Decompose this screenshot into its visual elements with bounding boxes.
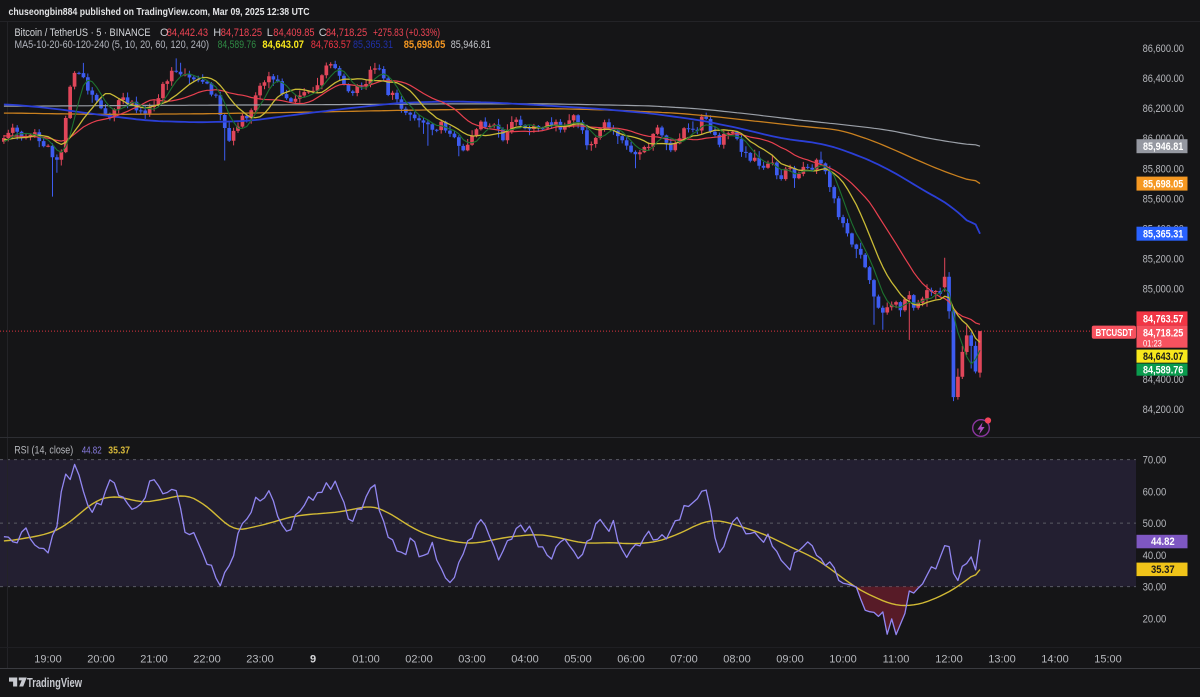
svg-text:86,600.00: 86,600.00 <box>1143 43 1184 55</box>
svg-text:20.00: 20.00 <box>1143 613 1167 625</box>
svg-text:50.00: 50.00 <box>1143 518 1167 530</box>
svg-text:85,365.31: 85,365.31 <box>353 39 393 51</box>
svg-text:9: 9 <box>310 654 316 666</box>
svg-text:30.00: 30.00 <box>1143 582 1167 594</box>
svg-text:84,200.00: 84,200.00 <box>1143 404 1184 416</box>
svg-text:44.82: 44.82 <box>1151 536 1175 548</box>
svg-text:35.37: 35.37 <box>1151 564 1175 576</box>
svg-text:L: L <box>267 27 273 39</box>
svg-text:84,442.43: 84,442.43 <box>167 27 208 39</box>
svg-text:86,400.00: 86,400.00 <box>1143 73 1184 85</box>
svg-text:85,200.00: 85,200.00 <box>1143 254 1184 266</box>
svg-text:84,718.25: 84,718.25 <box>221 27 262 39</box>
svg-text:84,643.07: 84,643.07 <box>262 39 304 51</box>
svg-text:84,718.25: 84,718.25 <box>326 27 367 39</box>
svg-text:21:00: 21:00 <box>140 654 168 666</box>
svg-text:84,589.76: 84,589.76 <box>1143 365 1183 377</box>
svg-text:13:00: 13:00 <box>988 654 1016 666</box>
svg-text:20:00: 20:00 <box>87 654 115 666</box>
svg-text:MA5-10-20-60-120-240 (5, 10, 2: MA5-10-20-60-120-240 (5, 10, 20, 60, 120… <box>15 39 210 51</box>
svg-text:44.82: 44.82 <box>82 444 102 456</box>
svg-text:06:00: 06:00 <box>617 654 645 666</box>
svg-text:60.00: 60.00 <box>1143 486 1167 498</box>
svg-text:85,600.00: 85,600.00 <box>1143 193 1184 205</box>
svg-text:chuseongbin884 published on Tr: chuseongbin884 published on TradingView.… <box>9 6 310 18</box>
svg-text:02:00: 02:00 <box>405 654 433 666</box>
svg-text:85,698.05: 85,698.05 <box>1143 179 1183 191</box>
svg-text:84,589.76: 84,589.76 <box>218 39 256 51</box>
svg-text:19:00: 19:00 <box>34 654 62 666</box>
svg-text:01:00: 01:00 <box>352 654 380 666</box>
svg-text:23:00: 23:00 <box>246 654 274 666</box>
svg-text:04:00: 04:00 <box>511 654 539 666</box>
svg-text:05:00: 05:00 <box>564 654 592 666</box>
svg-text:35.37: 35.37 <box>108 444 130 456</box>
svg-text:Bitcoin / TetherUS · 5 · BINAN: Bitcoin / TetherUS · 5 · BINANCE <box>15 27 151 39</box>
svg-text:07:00: 07:00 <box>670 654 698 666</box>
svg-text:TradingView: TradingView <box>27 676 82 690</box>
svg-text:40.00: 40.00 <box>1143 550 1167 562</box>
svg-text:84,409.85: 84,409.85 <box>273 27 314 39</box>
svg-text:09:00: 09:00 <box>776 654 804 666</box>
svg-text:BTCUSDT: BTCUSDT <box>1096 328 1133 339</box>
svg-text:85,946.81: 85,946.81 <box>1143 141 1183 153</box>
svg-text:12:00: 12:00 <box>935 654 963 666</box>
svg-text:15:00: 15:00 <box>1094 654 1122 666</box>
svg-text:85,365.31: 85,365.31 <box>1143 229 1183 241</box>
svg-text:03:00: 03:00 <box>458 654 486 666</box>
svg-text:85,946.81: 85,946.81 <box>451 39 491 51</box>
svg-text:10:00: 10:00 <box>829 654 857 666</box>
svg-text:84,763.57: 84,763.57 <box>1143 314 1183 326</box>
svg-text:84,643.07: 84,643.07 <box>1143 351 1183 363</box>
svg-text:86,200.00: 86,200.00 <box>1143 103 1184 115</box>
svg-text:22:00: 22:00 <box>193 654 221 666</box>
svg-text:11:00: 11:00 <box>883 654 910 666</box>
svg-text:85,800.00: 85,800.00 <box>1143 163 1184 175</box>
svg-text:70.00: 70.00 <box>1143 455 1167 467</box>
svg-text:85,698.05: 85,698.05 <box>404 39 446 51</box>
svg-text:14:00: 14:00 <box>1041 654 1069 666</box>
svg-text:01:23: 01:23 <box>1143 338 1162 349</box>
svg-text:85,000.00: 85,000.00 <box>1143 284 1184 296</box>
svg-text:+275.83 (+0.33%): +275.83 (+0.33%) <box>373 27 440 39</box>
svg-text:84,763.57: 84,763.57 <box>311 39 351 51</box>
svg-text:RSI (14, close): RSI (14, close) <box>14 444 73 456</box>
svg-text:08:00: 08:00 <box>723 654 751 666</box>
